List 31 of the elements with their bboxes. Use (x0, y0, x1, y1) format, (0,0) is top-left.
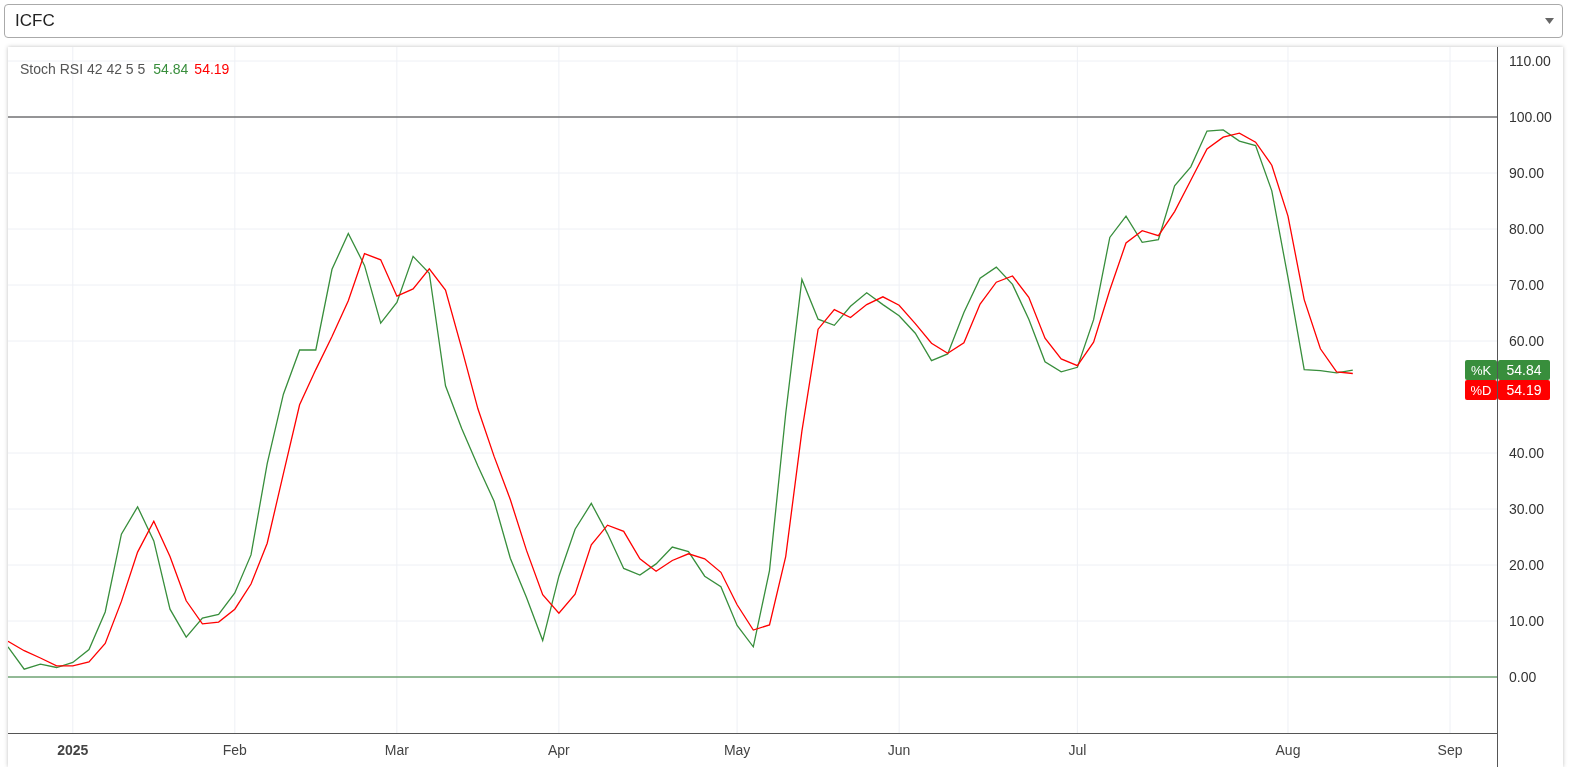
axis-label: 90.00 (1509, 165, 1545, 181)
legend-label: %K (1470, 363, 1492, 379)
axis-label: 60.00 (1509, 333, 1545, 349)
axis-label: Jun (887, 742, 911, 758)
axis-label: 0.00 (1509, 669, 1537, 685)
legend-label: %D (1470, 383, 1492, 399)
axis-label: 30.00 (1509, 501, 1545, 517)
caret-icon (1545, 18, 1554, 24)
axis-label: May (723, 742, 751, 758)
series-label-tag: %K (1465, 360, 1497, 381)
series-label-tag: %D (1465, 380, 1497, 401)
axis-label: 70.00 (1509, 277, 1545, 293)
axis-label: Aug (1275, 742, 1301, 758)
axis-label: 110.00 (1509, 53, 1551, 69)
axis-label: Apr (548, 742, 570, 758)
axis-label: 20.00 (1509, 557, 1545, 573)
axis-label: Jul (1068, 742, 1087, 758)
axis-label: 100.00 (1509, 109, 1552, 125)
axis-label: Feb (222, 742, 247, 758)
axis-label: 2025 (57, 742, 89, 758)
axis-label: 10.00 (1509, 613, 1545, 629)
axis-label: 40.00 (1509, 445, 1545, 461)
symbol-dropdown[interactable]: ICFC (4, 4, 1563, 38)
legend-value: 54.84 (153, 61, 189, 77)
value-tag: 54.19 (1498, 380, 1550, 401)
axis-label: Sep (1437, 742, 1463, 758)
legend-value: 54.19 (194, 61, 230, 77)
value-tag: 54.84 (1498, 360, 1550, 381)
axis-label: 80.00 (1509, 221, 1545, 237)
axis-label: Mar (384, 742, 409, 758)
legend-title: Stoch RSI 42 42 5 5 (20, 61, 146, 77)
